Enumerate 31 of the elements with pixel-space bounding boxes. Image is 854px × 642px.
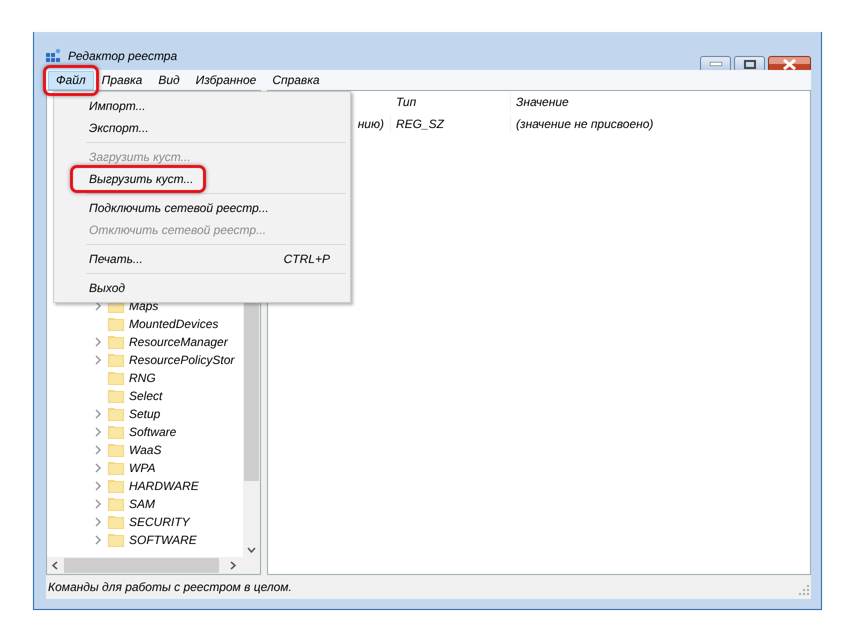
- menu-item[interactable]: Файл: [48, 70, 94, 90]
- shortcut-text: CTRL+P: [284, 251, 330, 268]
- tree-item[interactable]: WaaS: [47, 441, 245, 459]
- tree-item[interactable]: MountedDevices: [47, 315, 245, 333]
- menu-item[interactable]: Печать...: [89, 250, 143, 268]
- table-cell-text: (значение не присвоено): [515, 116, 654, 133]
- menu-item[interactable]: Избранное: [188, 70, 264, 90]
- tree-item[interactable]: SAM: [47, 495, 245, 513]
- menu-item[interactable]: Правка: [94, 70, 150, 90]
- status-text: Команды для работы с реестром в целом.: [48, 579, 292, 596]
- menu-item[interactable]: Выгрузить куст...: [89, 170, 194, 188]
- tree-item[interactable]: ResourcePolicyStor: [47, 351, 245, 369]
- tree-item[interactable]: Setup: [47, 405, 245, 423]
- table-cell: REG_SZ: [391, 115, 511, 133]
- window-title: Редактор реестра: [68, 48, 178, 65]
- tree-item[interactable]: Select: [47, 387, 245, 405]
- tree-item[interactable]: ResourceManager: [47, 333, 245, 351]
- menu-item[interactable]: Экспорт...: [89, 119, 149, 137]
- tree-item[interactable]: RNG: [47, 369, 245, 387]
- menu-item[interactable]: Подключить сетевой реестр...: [89, 199, 269, 217]
- column-header[interactable]: Тип: [391, 93, 511, 111]
- tree-item[interactable]: SOFTWARE: [47, 531, 245, 549]
- tree-item[interactable]: HARDWARE: [47, 477, 245, 495]
- tree-item[interactable]: Software: [47, 423, 245, 441]
- menu-item[interactable]: Вид: [150, 70, 188, 90]
- column-header[interactable]: Значение: [511, 93, 810, 111]
- tree-item[interactable]: WPA: [47, 459, 245, 477]
- tree-item[interactable]: SECURITY: [47, 513, 245, 531]
- menu-item[interactable]: Справка: [264, 70, 328, 90]
- menu-item[interactable]: Импорт...: [89, 97, 146, 115]
- menu-item[interactable]: Выход: [89, 279, 126, 297]
